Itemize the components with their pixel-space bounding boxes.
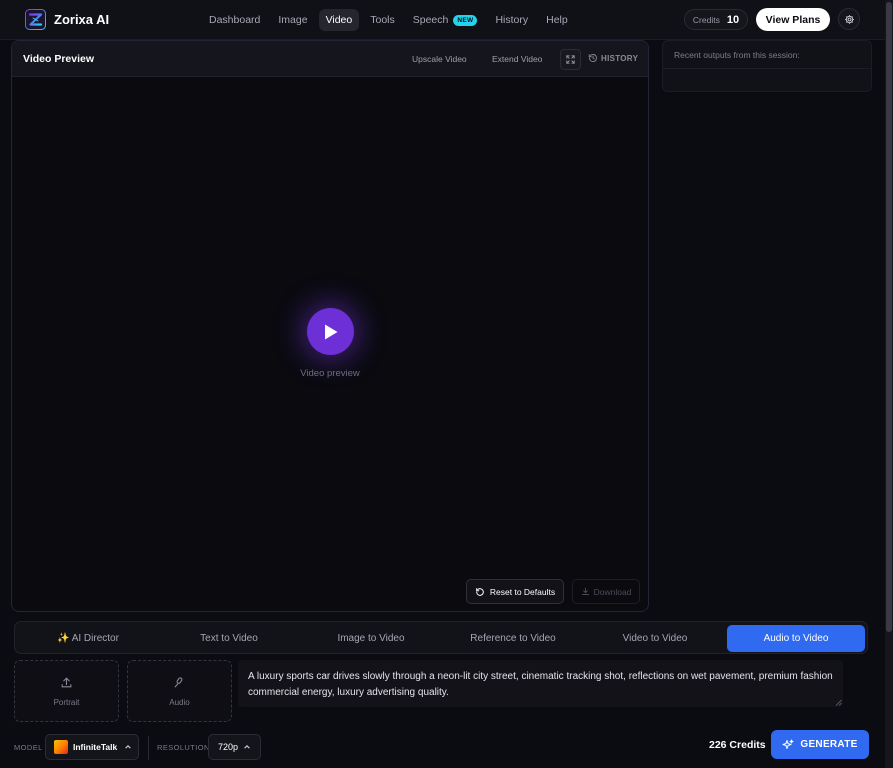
resolution-value: 720p — [217, 742, 239, 752]
nav-dashboard[interactable]: Dashboard — [202, 9, 267, 31]
preview-caption: Video preview — [300, 368, 360, 379]
nav-help[interactable]: Help — [539, 9, 575, 31]
chevron-up-icon — [244, 745, 250, 749]
sparkle-icon — [782, 739, 794, 749]
resize-grip-icon[interactable] — [835, 699, 842, 706]
expand-icon — [566, 55, 575, 64]
generation-cost: 226 Credits — [709, 739, 766, 751]
prompt-text: A luxury sports car drives slowly throug… — [248, 671, 833, 698]
resolution-label: RESOLUTION — [157, 743, 210, 752]
play-button[interactable] — [307, 308, 354, 355]
reset-label: Reset to Defaults — [489, 586, 556, 597]
nav-tools[interactable]: Tools — [363, 9, 402, 31]
model-label: MODEL — [14, 743, 43, 752]
download-icon — [581, 587, 589, 595]
tab-audio-to-video[interactable]: Audio to Video — [727, 625, 865, 652]
audio-label: Audio — [169, 698, 190, 707]
video-preview-panel: Video Preview Upscale Video Extend Video… — [11, 40, 649, 612]
model-name: InfiniteTalk — [73, 742, 118, 752]
play-icon — [324, 324, 337, 339]
download-label: Download — [593, 586, 632, 597]
session-outputs-heading: Recent outputs from this session: — [674, 50, 800, 60]
new-badge: NEW — [453, 14, 478, 26]
portrait-upload[interactable]: Portrait — [14, 660, 119, 722]
nav-history[interactable]: History — [488, 9, 535, 31]
main-nav: Dashboard Image Video Tools Speech NEW H… — [202, 9, 575, 31]
credits-value: 10 — [726, 13, 740, 26]
credits-label: Credits — [692, 14, 720, 25]
nav-speech-label: Speech — [412, 14, 449, 26]
chevron-up-icon — [125, 745, 132, 749]
session-outputs-panel: Recent outputs from this session: — [662, 40, 872, 92]
brand-name[interactable]: Zorixa AI — [54, 12, 109, 27]
preview-header: Video Preview Upscale Video Extend Video… — [12, 41, 648, 77]
page-scrollbar[interactable] — [885, 0, 893, 768]
preview-title: Video Preview — [23, 53, 95, 65]
reset-icon — [476, 587, 484, 596]
model-logo-icon — [54, 740, 68, 754]
generate-button[interactable]: GENERATE — [771, 730, 869, 759]
tab-reference-to-video[interactable]: Reference to Video — [442, 625, 584, 652]
reset-to-defaults-button[interactable]: Reset to Defaults — [466, 579, 564, 604]
history-button[interactable]: HISTORY — [588, 53, 638, 63]
view-plans-button[interactable]: View Plans — [756, 8, 830, 31]
tab-ai-director[interactable]: ✨ AI Director — [18, 625, 158, 652]
prompt-input[interactable]: A luxury sports car drives slowly throug… — [238, 660, 843, 707]
top-navigation-bar: Zorixa AI Dashboard Image Video Tools Sp… — [0, 0, 885, 40]
extend-video-button[interactable]: Extend Video — [492, 54, 542, 64]
expand-button[interactable] — [560, 49, 581, 70]
portrait-label: Portrait — [53, 698, 80, 707]
divider — [148, 736, 149, 760]
nav-image[interactable]: Image — [271, 9, 314, 31]
audio-upload[interactable]: Audio — [127, 660, 232, 722]
logo-icon[interactable] — [25, 9, 46, 30]
nav-video[interactable]: Video — [318, 9, 360, 31]
gear-icon — [844, 14, 854, 24]
history-icon — [588, 54, 597, 62]
generate-label: GENERATE — [800, 739, 858, 750]
upscale-video-button[interactable]: Upscale Video — [412, 54, 467, 64]
resolution-select[interactable]: 720p — [208, 734, 261, 760]
mode-tabs: ✨ AI Director Text to Video Image to Vid… — [14, 621, 868, 654]
download-button[interactable]: Download — [572, 579, 640, 604]
credits-indicator[interactable]: Credits 10 — [684, 9, 748, 30]
microphone-icon — [174, 677, 183, 688]
settings-button[interactable] — [838, 8, 860, 30]
history-label: HISTORY — [601, 53, 639, 63]
tab-image-to-video[interactable]: Image to Video — [300, 625, 442, 652]
scrollbar-thumb[interactable] — [886, 2, 892, 632]
model-select[interactable]: InfiniteTalk — [45, 734, 139, 760]
tab-text-to-video[interactable]: Text to Video — [158, 625, 300, 652]
nav-speech[interactable]: Speech NEW — [406, 9, 485, 31]
upload-icon — [61, 677, 72, 688]
divider — [663, 68, 871, 69]
tab-video-to-video[interactable]: Video to Video — [584, 625, 726, 652]
